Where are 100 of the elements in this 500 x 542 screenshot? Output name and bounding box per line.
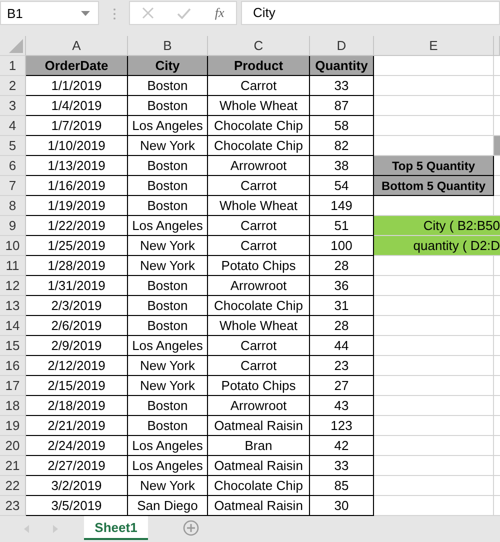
drag-handle-icon[interactable] [113, 8, 116, 20]
table-cell: 2/21/2019 [26, 416, 128, 436]
table-cell: Carrot [208, 236, 310, 256]
row-header[interactable]: 20 [0, 436, 26, 456]
row-header[interactable]: 7 [0, 176, 26, 196]
row-header[interactable]: 22 [0, 476, 26, 496]
table-cell: 2/12/2019 [26, 356, 128, 376]
row-header[interactable]: 16 [0, 356, 26, 376]
table-cell: 28 [310, 316, 374, 336]
table-cell: Boston [128, 196, 208, 216]
column-header[interactable]: E [374, 36, 494, 56]
row-header[interactable]: 13 [0, 296, 26, 316]
table-cell: New York [128, 136, 208, 156]
table-cell: Arrowroot [208, 156, 310, 176]
table-cell: 36 [310, 276, 374, 296]
table-cell: Boston [128, 416, 208, 436]
scroll-left-icon[interactable] [24, 525, 29, 533]
table-cell: Arrowroot [208, 276, 310, 296]
table-cell: 1/1/2019 [26, 76, 128, 96]
table-cell: Carrot [208, 356, 310, 376]
row-header[interactable]: 11 [0, 256, 26, 276]
row-header[interactable]: 9 [0, 216, 26, 236]
checkmark-icon[interactable] [177, 8, 192, 18]
row-header[interactable]: 5 [0, 136, 26, 156]
row-header[interactable]: 19 [0, 416, 26, 436]
table-cell: Chocolate Chip [208, 116, 310, 136]
label-cell: Bottom 5 Quantity [374, 176, 494, 196]
table-cell: Los Angeles [128, 216, 208, 236]
filled-cell [494, 136, 500, 156]
row-header[interactable]: 10 [0, 236, 26, 256]
table-cell: Whole Wheat [208, 316, 310, 336]
table-cell: Los Angeles [128, 436, 208, 456]
table-cell: 1/16/2019 [26, 176, 128, 196]
table-cell: Los Angeles [128, 116, 208, 136]
table-cell: Boston [128, 296, 208, 316]
caret-icon [81, 10, 90, 16]
row-header[interactable]: 2 [0, 76, 26, 96]
label-cell: City ( B2:B50 [374, 216, 500, 236]
table-cell: 33 [310, 456, 374, 476]
table-cell: Los Angeles [128, 336, 208, 356]
table-cell: New York [128, 376, 208, 396]
table-cell: Potato Chips [208, 376, 310, 396]
table-cell: Carrot [208, 216, 310, 236]
header-cell: Quantity [310, 56, 374, 76]
table-cell: 2/27/2019 [26, 456, 128, 476]
table-cell: Boston [128, 396, 208, 416]
table-cell: Bran [208, 436, 310, 456]
table-cell: 2/3/2019 [26, 296, 128, 316]
row-header[interactable]: 8 [0, 196, 26, 216]
table-cell: 44 [310, 336, 374, 356]
table-cell: New York [128, 476, 208, 496]
table-cell: 27 [310, 376, 374, 396]
row-header[interactable]: 18 [0, 396, 26, 416]
table-cell: Boston [128, 76, 208, 96]
table-cell: 1/25/2019 [26, 236, 128, 256]
scroll-right-icon[interactable] [53, 525, 58, 533]
row-header[interactable]: 17 [0, 376, 26, 396]
table-cell: Boston [128, 316, 208, 336]
row-header[interactable]: 21 [0, 456, 26, 476]
header-cell: OrderDate [26, 56, 128, 76]
table-cell: Carrot [208, 76, 310, 96]
table-cell: Potato Chips [208, 256, 310, 276]
table-cell: 43 [310, 396, 374, 416]
row-header[interactable]: 23 [0, 496, 26, 516]
table-cell: Whole Wheat [208, 96, 310, 116]
row-header[interactable]: 14 [0, 316, 26, 336]
table-cell: 1/31/2019 [26, 276, 128, 296]
row-header[interactable]: 15 [0, 336, 26, 356]
header-cell: Product [208, 56, 310, 76]
row-header[interactable]: 6 [0, 156, 26, 176]
formula-input[interactable]: City [241, 1, 500, 25]
table-cell: 1/10/2019 [26, 136, 128, 156]
table-cell: New York [128, 236, 208, 256]
table-cell: 82 [310, 136, 374, 156]
name-box[interactable]: B1 [0, 1, 99, 25]
table-cell: Arrowroot [208, 396, 310, 416]
label-cell: quantity ( D2:D [374, 236, 500, 256]
table-cell: Carrot [208, 336, 310, 356]
row-header[interactable]: 3 [0, 96, 26, 116]
row-header[interactable]: 4 [0, 116, 26, 136]
table-cell: 1/13/2019 [26, 156, 128, 176]
table-cell: 87 [310, 96, 374, 116]
table-cell: Chocolate Chip [208, 136, 310, 156]
add-sheet-icon[interactable] [183, 520, 199, 536]
table-cell: 1/22/2019 [26, 216, 128, 236]
table-cell: 33 [310, 76, 374, 96]
table-cell: 31 [310, 296, 374, 316]
insert-function-button[interactable]: fx [214, 5, 224, 21]
table-cell: 85 [310, 476, 374, 496]
row-header[interactable]: 12 [0, 276, 26, 296]
table-cell: Oatmeal Raisin [208, 416, 310, 436]
table-cell: 2/18/2019 [26, 396, 128, 416]
select-all-icon[interactable] [9, 39, 23, 53]
table-cell: 2/15/2019 [26, 376, 128, 396]
row-header[interactable]: 1 [0, 56, 26, 76]
cancel-icon[interactable] [142, 7, 154, 19]
table-cell: New York [128, 256, 208, 276]
table-cell: Chocolate Chip [208, 476, 310, 496]
sheet-tab[interactable]: Sheet1 [84, 516, 148, 540]
table-cell: Boston [128, 96, 208, 116]
